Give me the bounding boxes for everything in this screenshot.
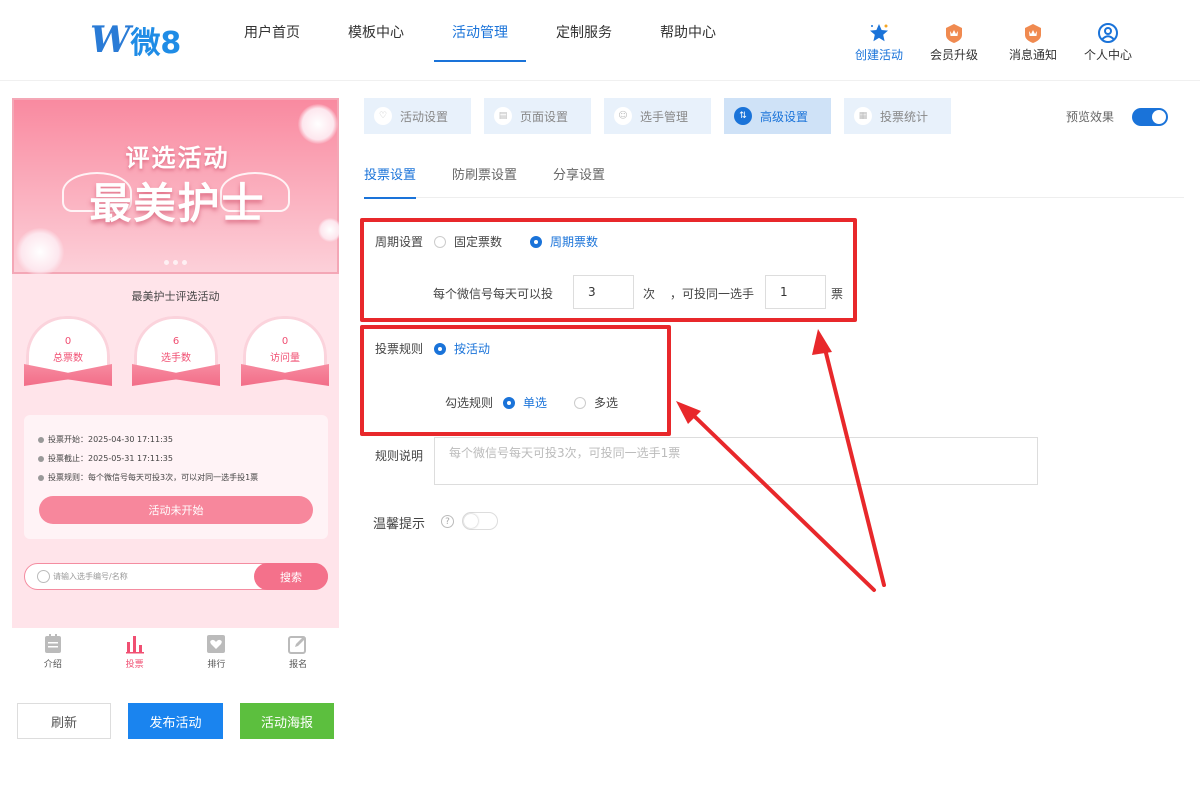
- annotation-arrowhead-up: [812, 329, 832, 355]
- annotation-arrows: [676, 329, 886, 592]
